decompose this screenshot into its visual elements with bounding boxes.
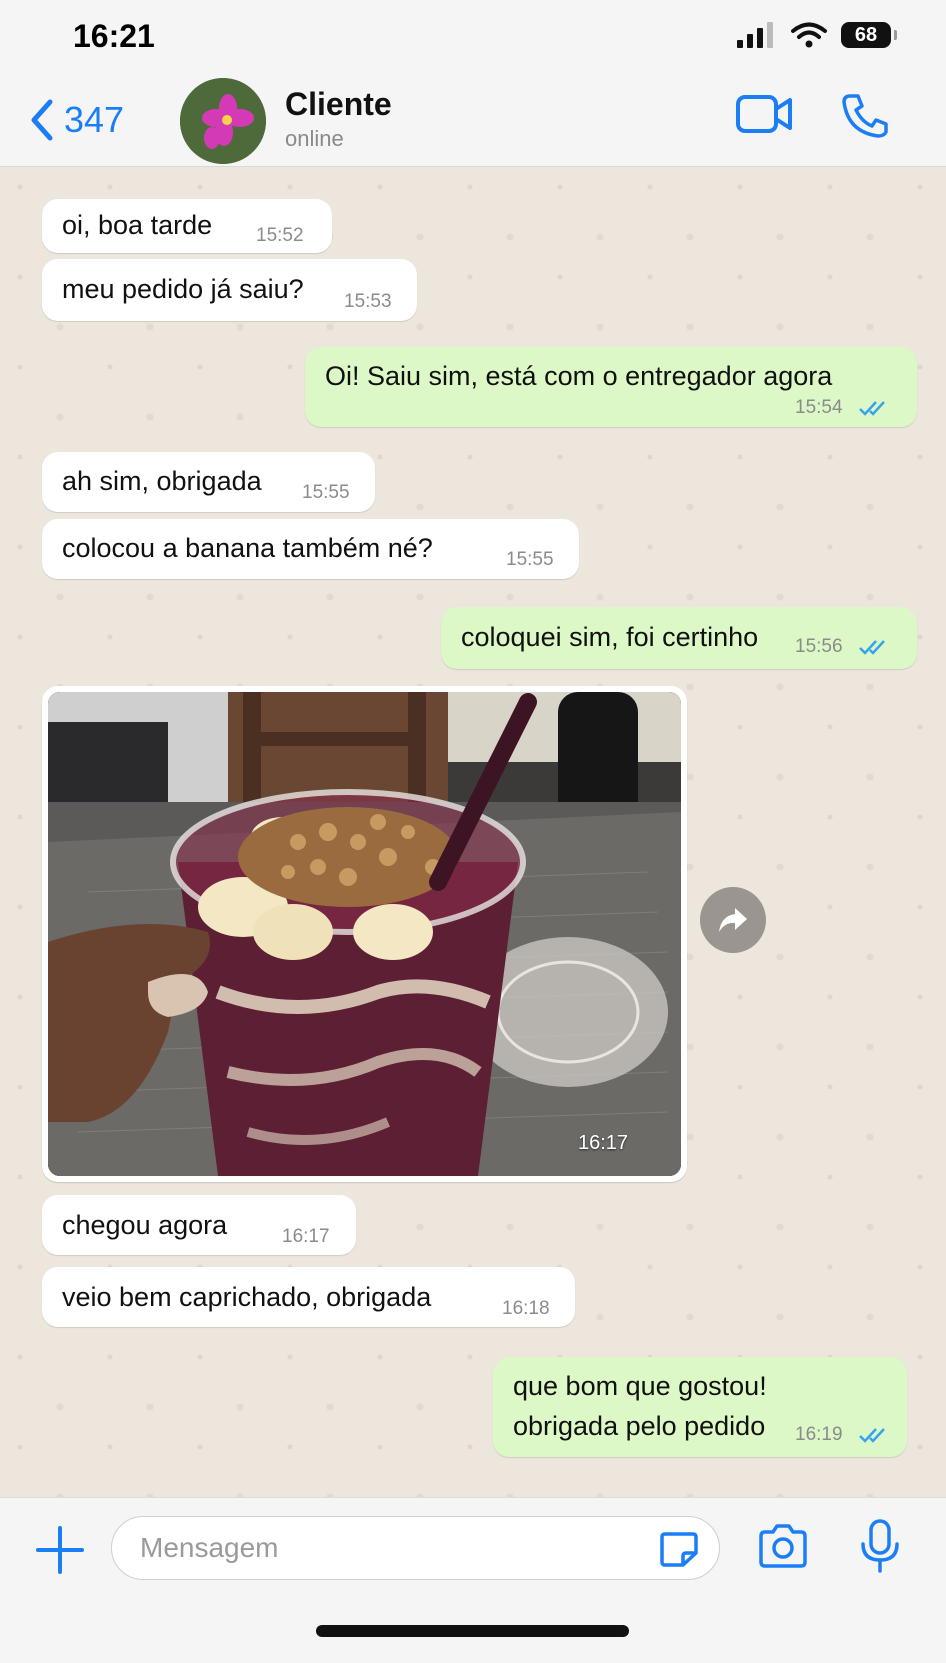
incoming-message[interactable]: chegou agora 16:17 <box>42 1195 356 1255</box>
message-time: 16:19 <box>795 1424 843 1445</box>
signal-icon <box>737 22 773 48</box>
status-time: 16:21 <box>73 18 155 54</box>
video-call-icon[interactable] <box>735 94 793 134</box>
unread-count: 347 <box>64 99 125 140</box>
forward-button[interactable] <box>700 887 766 953</box>
incoming-message[interactable]: colocou a banana também né? 15:55 <box>42 519 579 579</box>
sticker-icon[interactable] <box>659 1531 699 1567</box>
incoming-message[interactable]: ah sim, obrigada 15:55 <box>42 452 375 512</box>
message-time: 15:56 <box>795 636 843 657</box>
microphone-icon[interactable] <box>858 1518 902 1574</box>
avatar-flower-image <box>180 78 266 164</box>
outgoing-message[interactable]: que bom que gostou! obrigada pelo pedido… <box>493 1357 907 1457</box>
acai-cup-image <box>48 692 681 1176</box>
status-bar: 16:21 68 <box>0 0 946 80</box>
message-time: 16:17 <box>282 1226 330 1247</box>
camera-icon[interactable] <box>757 1524 809 1568</box>
message-time: 15:52 <box>256 225 304 246</box>
message-time: 15:53 <box>344 291 392 312</box>
message-time: 15:55 <box>506 549 554 570</box>
message-text: meu pedido já saiu? <box>62 274 304 304</box>
image-message[interactable]: 16:17 <box>42 686 687 1182</box>
message-time: 16:18 <box>502 1298 550 1319</box>
contact-status: online <box>285 126 344 151</box>
wifi-icon <box>791 22 827 48</box>
home-indicator[interactable] <box>316 1625 629 1637</box>
image-time: 16:17 <box>578 1132 629 1154</box>
acai-cup-photo[interactable]: 16:17 <box>48 692 681 1176</box>
incoming-message[interactable]: oi, boa tarde 15:52 <box>42 199 332 253</box>
message-text: Oi! Saiu sim, está com o entregador agor… <box>325 361 833 391</box>
message-text: ah sim, obrigada <box>62 466 262 496</box>
message-text: colocou a banana também né? <box>62 533 433 563</box>
plus-icon[interactable] <box>36 1526 84 1574</box>
avatar[interactable] <box>180 78 266 164</box>
read-ticks-icon <box>859 1428 885 1443</box>
contact-name[interactable]: Cliente <box>285 86 392 123</box>
message-text: oi, boa tarde <box>62 210 213 240</box>
message-input-container[interactable] <box>111 1516 720 1580</box>
read-ticks-icon <box>859 640 885 655</box>
battery-icon: 68 <box>841 22 897 48</box>
outgoing-message[interactable]: coloquei sim, foi certinho 15:56 <box>441 607 917 669</box>
incoming-message[interactable]: meu pedido já saiu? 15:53 <box>42 259 417 321</box>
message-time: 15:55 <box>302 482 350 503</box>
message-text-line-1: que bom que gostou! <box>513 1371 767 1401</box>
chevron-left-icon <box>31 99 53 141</box>
message-input[interactable] <box>138 1529 622 1567</box>
message-text: chegou agora <box>62 1210 228 1240</box>
chat-area[interactable]: oi, boa tarde 15:52 meu pedido já saiu? … <box>0 167 946 1497</box>
message-text: coloquei sim, foi certinho <box>461 622 759 652</box>
outgoing-message[interactable]: Oi! Saiu sim, está com o entregador agor… <box>305 347 917 427</box>
phone-icon[interactable] <box>840 92 888 138</box>
read-ticks-icon <box>859 401 885 416</box>
chat-header: 347 Cliente online <box>0 78 946 167</box>
message-time: 15:54 <box>795 397 843 418</box>
message-text: veio bem caprichado, obrigada <box>62 1282 432 1312</box>
input-bar <box>0 1497 946 1663</box>
status-icons: 68 <box>737 22 897 48</box>
forward-icon <box>719 908 747 932</box>
message-text-line-2: obrigada pelo pedido <box>513 1411 766 1441</box>
back-button[interactable]: 347 <box>28 98 124 142</box>
battery-level: 68 <box>854 23 878 46</box>
incoming-message[interactable]: veio bem caprichado, obrigada 16:18 <box>42 1267 575 1327</box>
